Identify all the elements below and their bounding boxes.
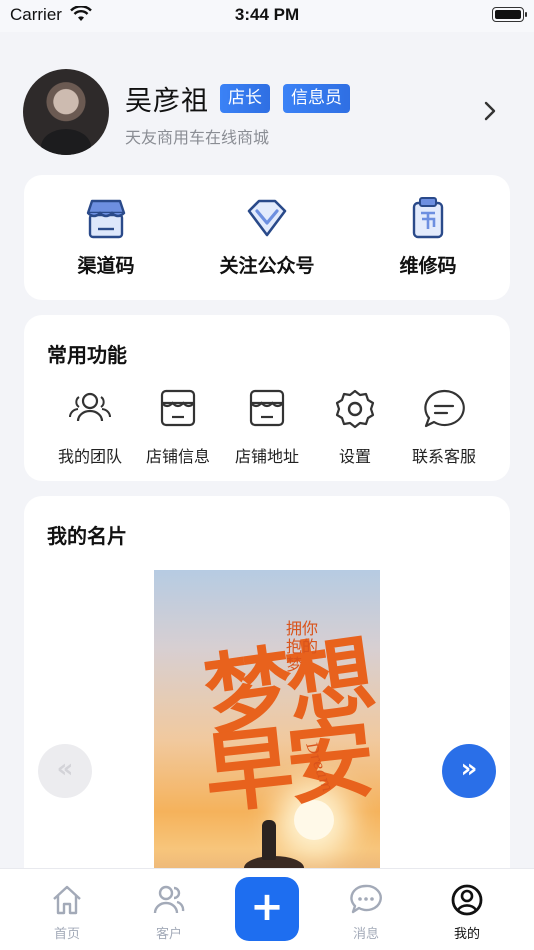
role-badge-manager: 店长 <box>220 84 270 113</box>
store-name: 天友商用车在线商城 <box>125 128 270 147</box>
repair-code-button[interactable]: 维修码 <box>363 195 493 278</box>
business-card-section: 我的名片 梦想 早安 拥你抱的梦 Dream « » <box>24 496 510 896</box>
poster-tagline: 拥你抱的梦 <box>286 619 319 674</box>
battery-icon <box>492 7 527 22</box>
business-card-poster[interactable]: 梦想 早安 拥你抱的梦 Dream <box>154 570 380 880</box>
repair-code-label: 维修码 <box>399 255 457 277</box>
gear-icon <box>331 387 379 431</box>
clock-time: 3:44 PM <box>234 5 300 24</box>
my-team-label: 我的团队 <box>57 447 122 466</box>
next-card-button[interactable]: » <box>442 744 496 798</box>
role-badge-informant: 信息员 <box>283 84 350 113</box>
tab-customers-label: 客户 <box>155 927 182 942</box>
tab-customers[interactable]: 客户 <box>134 883 204 942</box>
profile-header[interactable]: 吴彦祖 店长 信息员 天友商用车在线商城 <box>0 32 534 172</box>
chat-icon <box>420 387 468 431</box>
shop-info-button[interactable]: 店铺信息 <box>134 387 222 467</box>
follow-account-label: 关注公众号 <box>219 255 315 277</box>
channel-code-label: 渠道码 <box>77 255 135 277</box>
status-bar: Carrier 3:44 PM <box>0 0 534 32</box>
store-icon <box>82 195 130 241</box>
tab-home-label: 首页 <box>53 927 80 942</box>
shop-address-icon <box>243 387 291 431</box>
add-button[interactable]: + <box>235 877 299 941</box>
settings-button[interactable]: 设置 <box>311 387 399 467</box>
poster-headline-2: 早安 <box>199 705 374 827</box>
repair-tag-icon <box>404 195 452 241</box>
shop-info-label: 店铺信息 <box>145 447 210 466</box>
quick-actions-card: 渠道码 关注公众号 维修码 <box>24 175 510 300</box>
user-name: 吴彦祖 <box>125 86 209 117</box>
shop-address-button[interactable]: 店铺地址 <box>223 387 311 467</box>
tab-profile-label: 我的 <box>453 927 480 942</box>
tab-messages[interactable]: 消息 <box>331 883 401 942</box>
tab-home[interactable]: 首页 <box>32 883 102 942</box>
shop-icon <box>154 387 202 431</box>
contact-support-button[interactable]: 联系客服 <box>400 387 488 467</box>
channel-code-button[interactable]: 渠道码 <box>41 195 171 278</box>
avatar[interactable] <box>23 69 109 155</box>
my-team-button[interactable]: 我的团队 <box>46 387 134 467</box>
previous-card-button[interactable]: « <box>38 744 92 798</box>
diamond-icon <box>243 195 291 241</box>
chevron-right-icon[interactable] <box>480 100 500 126</box>
contact-support-label: 联系客服 <box>411 447 476 466</box>
message-icon <box>349 883 383 917</box>
tab-bar: 首页 客户 + 消息 我的 <box>0 868 534 950</box>
follow-account-button[interactable]: 关注公众号 <box>202 195 332 278</box>
tab-profile[interactable]: 我的 <box>432 883 502 942</box>
customers-icon <box>152 883 186 917</box>
common-functions-title: 常用功能 <box>47 343 127 367</box>
profile-icon <box>450 883 484 917</box>
poster-person-silhouette <box>262 820 276 860</box>
common-functions-card: 常用功能 我的团队 店铺信息 店铺地址 设置 联系客服 <box>24 315 510 481</box>
team-icon <box>66 387 114 431</box>
home-icon <box>50 883 84 917</box>
settings-label: 设置 <box>338 447 371 466</box>
tab-messages-label: 消息 <box>352 927 379 942</box>
shop-address-label: 店铺地址 <box>234 447 299 466</box>
business-card-title: 我的名片 <box>47 524 127 548</box>
